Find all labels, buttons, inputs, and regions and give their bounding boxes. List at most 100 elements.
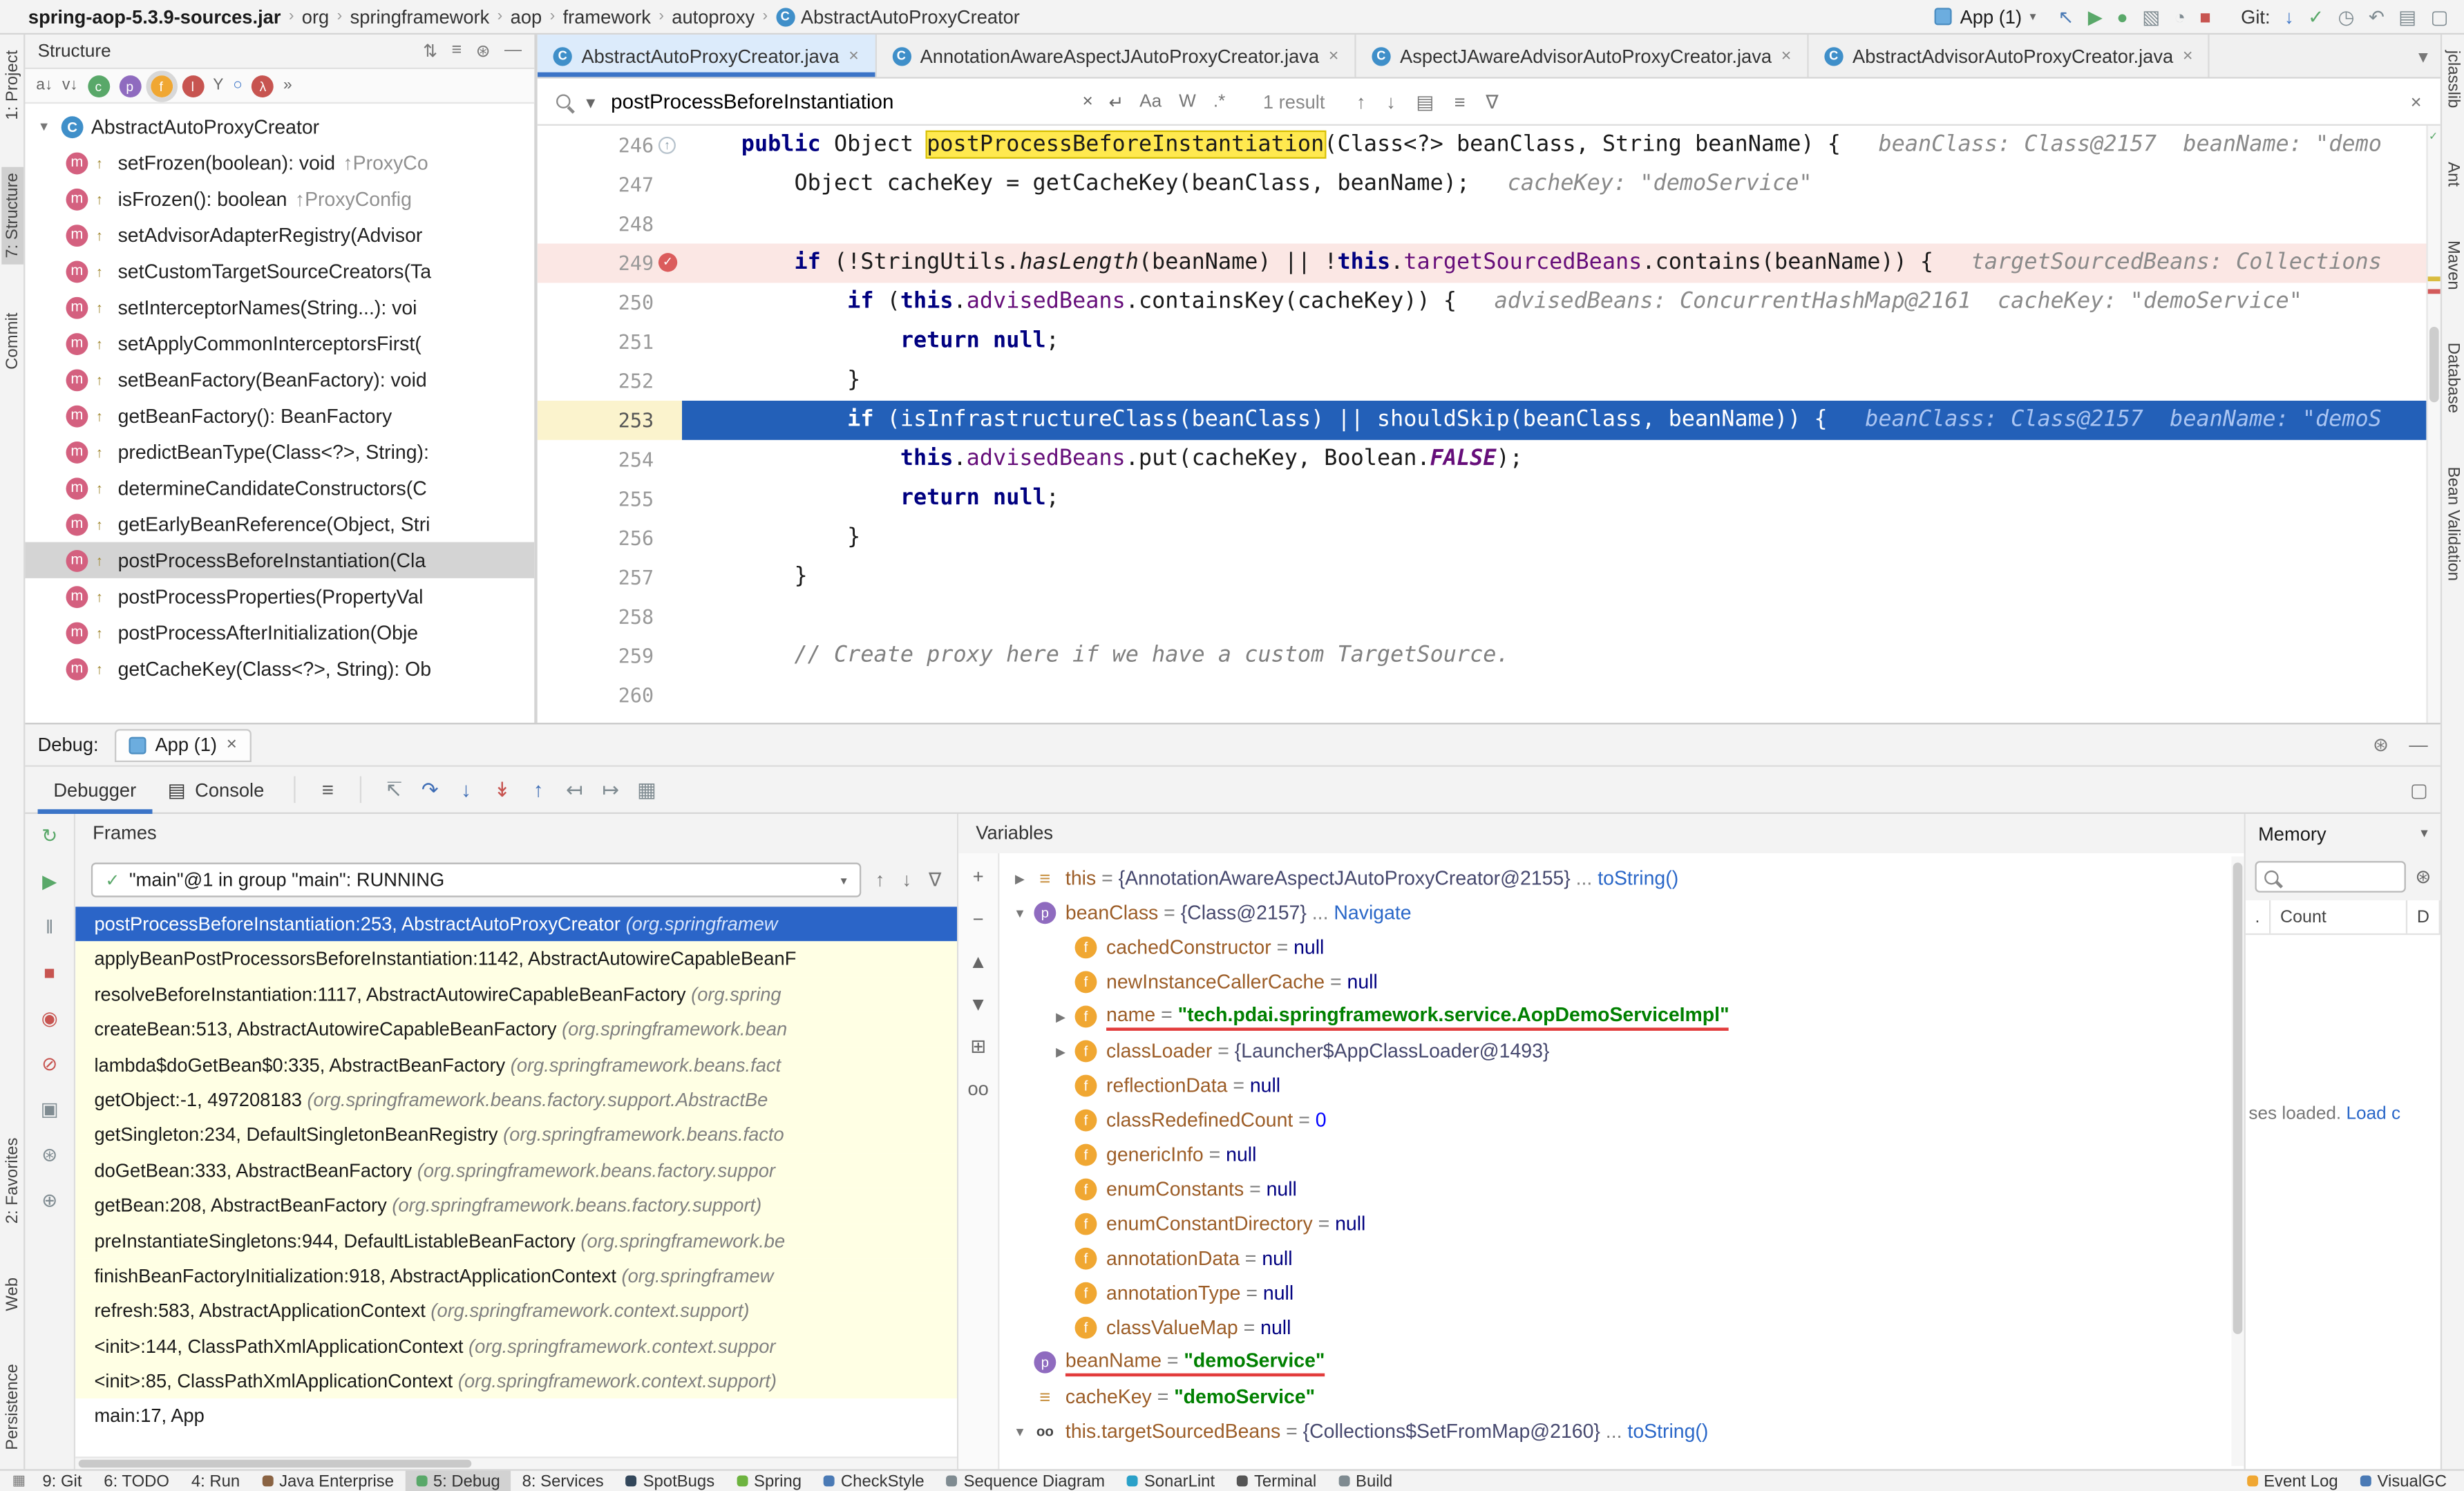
gutter-line-number[interactable]: 255: [538, 479, 682, 519]
drop-frame-icon[interactable]: ↤: [556, 777, 592, 802]
memory-search-input[interactable]: [2255, 861, 2406, 893]
rerun-icon[interactable]: ↻: [41, 825, 57, 847]
structure-root-row[interactable]: ▼ C AbstractAutoProxyCreator: [25, 108, 534, 144]
debug-settings-icon[interactable]: ⊛: [41, 1144, 57, 1166]
collapse-icon[interactable]: ▼: [38, 120, 54, 133]
gutter-line-number[interactable]: 248: [538, 205, 682, 244]
status-item-visualgc[interactable]: VisualGC: [2349, 1470, 2458, 1491]
pause-icon[interactable]: ‖: [46, 916, 53, 938]
tool-stripe-1-project[interactable]: 1: Project: [1, 44, 23, 126]
structure-method-row[interactable]: m ↑ setBeanFactory(BeanFactory): void: [25, 361, 534, 397]
structure-settings-icon[interactable]: ⊛: [476, 41, 491, 61]
editor-tab-abstractadvisorautoproxycreator-java[interactable]: C AbstractAdvisorAutoProxyCreator.java ×: [1808, 35, 2210, 77]
code-text[interactable]: return null;: [682, 322, 2441, 361]
scrollbar-thumb[interactable]: [2429, 327, 2439, 403]
scrollbar-thumb[interactable]: [2233, 862, 2243, 1334]
stack-frame[interactable]: getBean:208, AbstractBeanFactory (org.sp…: [75, 1188, 958, 1224]
stack-frame[interactable]: preInstantiateSingletons:944, DefaultLis…: [75, 1223, 958, 1259]
editor-tab-annotationawareaspectjautoproxycreator-java[interactable]: C AnnotationAwareAspectJAutoProxyCreator.…: [876, 35, 1356, 77]
code-text[interactable]: Object cacheKey = getCacheKey(beanClass,…: [682, 165, 2441, 205]
expand-toggle-icon[interactable]: ▶: [1050, 1009, 1072, 1023]
status-item-spring[interactable]: Spring: [726, 1470, 813, 1491]
memory-column-count[interactable]: Count: [2271, 900, 2408, 933]
breadcrumb-item-framework[interactable]: framework: [563, 6, 651, 28]
chevron-down-icon[interactable]: ▾: [2420, 825, 2427, 842]
step-out-icon[interactable]: ↑: [520, 777, 556, 802]
stack-frame[interactable]: createBean:513, AbstractAutowireCapableB…: [75, 1012, 958, 1047]
search-toggle-[interactable]: .*: [1213, 92, 1225, 111]
previous-frame-icon[interactable]: ↑: [875, 869, 885, 891]
code-text[interactable]: if (isInfrastructureClass(beanClass) || …: [682, 400, 2441, 440]
stack-frame[interactable]: main:17, App: [75, 1399, 957, 1434]
show-inherited-icon[interactable]: ○: [233, 75, 243, 97]
show-properties-icon[interactable]: p: [118, 75, 141, 97]
structure-method-row[interactable]: m ↑ getBeanFactory(): BeanFactory: [25, 397, 534, 433]
variable-row-genericinfo[interactable]: f genericInfo = null: [999, 1138, 2244, 1172]
override-gutter-icon[interactable]: ↑: [658, 136, 676, 154]
status-item-sonarlint[interactable]: SonarLint: [1116, 1470, 1226, 1491]
variable-row-annotationtype[interactable]: f annotationType = null: [999, 1276, 2244, 1311]
expand-toggle-icon[interactable]: ▼: [1009, 1425, 1031, 1438]
status-item-build[interactable]: Build: [1327, 1470, 1403, 1491]
git-history-icon[interactable]: ◷: [2338, 7, 2355, 26]
newline-icon[interactable]: ↵: [1108, 91, 1124, 112]
search-input[interactable]: postProcessBeforeInstantiation: [611, 90, 1067, 113]
tool-stripe-7-structure[interactable]: 7: Structure: [1, 167, 23, 265]
status-item-terminal[interactable]: Terminal: [1226, 1470, 1327, 1491]
debug-window-settings-icon[interactable]: ⊛: [2373, 734, 2389, 756]
tool-stripe-jclasslib[interactable]: jclasslib: [2442, 44, 2464, 115]
variable-row-classloader[interactable]: ▶ f classLoader = {Launcher$AppClassLoader…: [999, 1034, 2244, 1068]
code-text[interactable]: this.advisedBeans.put(cacheKey, Boolean.…: [682, 440, 2441, 479]
debug-bug-icon[interactable]: ●: [2116, 7, 2127, 26]
structure-method-row[interactable]: m ↑ postProcessProperties(PropertyVal: [25, 578, 534, 614]
show-classes-icon[interactable]: c: [87, 75, 110, 97]
memory-settings-icon[interactable]: ⊛: [2415, 866, 2431, 888]
breadcrumb-item-org[interactable]: org: [302, 6, 329, 28]
run-to-cursor-icon[interactable]: ↦: [593, 777, 629, 802]
show-fields-icon[interactable]: f: [145, 70, 177, 102]
layout-menu-icon[interactable]: ≡: [310, 778, 345, 801]
tool-stripe-persistence[interactable]: Persistence: [1, 1358, 23, 1456]
status-item-4-run[interactable]: 4: Run: [180, 1470, 251, 1491]
gutter-line-number[interactable]: 253: [537, 400, 683, 440]
status-item-sequence-diagram[interactable]: Sequence Diagram: [936, 1470, 1116, 1491]
git-shelf-icon[interactable]: ▤: [2398, 7, 2416, 26]
gutter-line-number[interactable]: 260: [538, 676, 682, 715]
close-tab-icon[interactable]: ×: [1781, 46, 1792, 65]
status-item-8-services[interactable]: 8: Services: [511, 1470, 615, 1491]
view-breakpoints-icon[interactable]: ◉: [41, 1007, 58, 1029]
run-config-select[interactable]: App (1) ▾: [1927, 4, 2044, 29]
debug-session-tab[interactable]: App (1) ×: [114, 728, 252, 761]
structure-method-row[interactable]: m ↑ postProcessAfterInitialization(Obje: [25, 614, 534, 650]
tool-window-switcher-icon[interactable]: ▦: [6, 1472, 31, 1490]
stop-icon[interactable]: ■: [44, 962, 55, 984]
variable-row-cachedconstructor[interactable]: f cachedConstructor = null: [999, 930, 2244, 965]
code-text[interactable]: [682, 676, 2441, 715]
structure-method-row[interactable]: m ↑ setAdvisorAdapterRegistry(Advisor: [25, 217, 534, 253]
expand-toggle-icon[interactable]: ▶: [1009, 871, 1031, 885]
breadcrumb-item-springframework[interactable]: springframework: [350, 6, 490, 28]
gutter-line-number[interactable]: 250: [538, 283, 682, 322]
structure-method-row[interactable]: m ↑ setFrozen(boolean): void ↑ProxyCo: [25, 144, 534, 180]
variable-row-classredefinedcount[interactable]: f classRedefinedCount = 0: [999, 1103, 2244, 1138]
debug-tab-debugger[interactable]: Debugger: [38, 766, 152, 813]
status-item-5-debug[interactable]: 5: Debug: [404, 1470, 511, 1491]
structure-method-row[interactable]: m ↑ getCacheKey(Class<?>, String): Ob: [25, 651, 534, 687]
variable-row-classvaluemap[interactable]: f classValueMap = null: [999, 1311, 2244, 1345]
find-in-selection-icon[interactable]: ▤: [1416, 91, 1434, 113]
stack-frame[interactable]: lambda$doGetBean$0:335, AbstractBeanFact…: [75, 1047, 958, 1083]
structure-method-row[interactable]: m ↑ setInterceptorNames(String...): voi: [25, 289, 534, 325]
more-filters-icon[interactable]: »: [283, 75, 292, 97]
tool-stripe-maven[interactable]: Maven: [2442, 234, 2464, 296]
value-action-link[interactable]: toString(): [1627, 1421, 1708, 1443]
tool-stripe-2-favorites[interactable]: 2: Favorites: [1, 1131, 23, 1230]
previous-occurrence-icon[interactable]: ↑: [1356, 91, 1366, 113]
memory-column-d[interactable]: D: [2407, 900, 2441, 933]
run-icon[interactable]: ▶: [2088, 7, 2103, 26]
clear-search-icon[interactable]: ×: [1082, 92, 1092, 111]
stack-frame[interactable]: <init>:144, ClassPathXmlApplicationConte…: [75, 1329, 958, 1365]
close-find-bar-icon[interactable]: ×: [2411, 91, 2422, 113]
code-text[interactable]: }: [682, 518, 2441, 558]
tool-stripe-bean-validation[interactable]: Bean Validation: [2442, 460, 2464, 587]
add-watch-icon[interactable]: +: [973, 866, 984, 888]
